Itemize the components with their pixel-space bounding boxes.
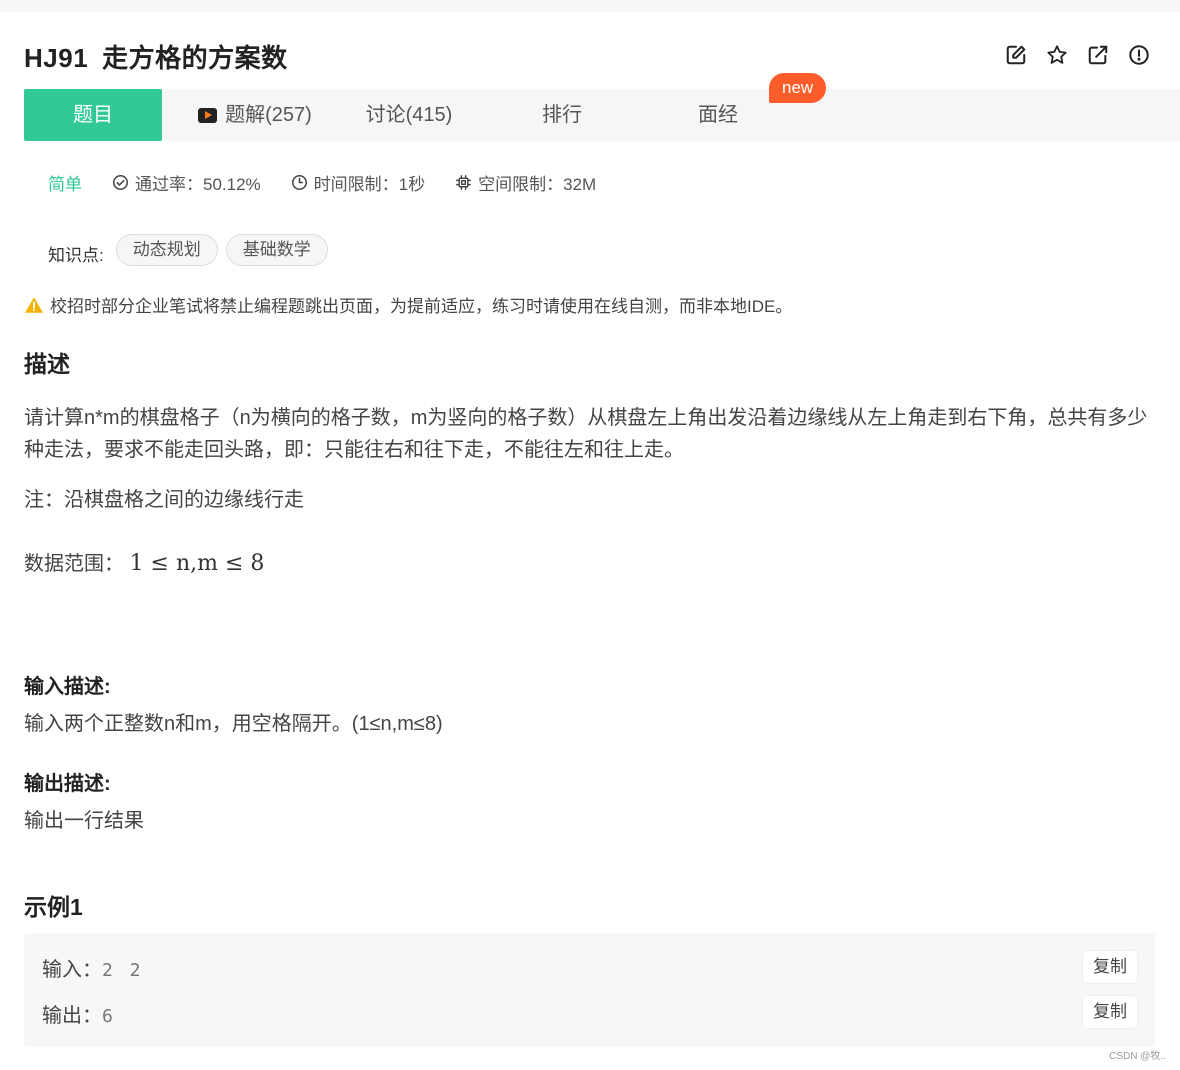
input-description: 输入两个正整数n和m，用空格隔开。(1≤n,m≤8)	[24, 713, 443, 735]
warning-icon	[25, 296, 43, 313]
knowledge-label: 知识点:	[48, 245, 104, 265]
warning-text: 校招时部分企业笔试将禁止编程题跳出页面，为提前适应，练习时请使用在线自测，而非本…	[50, 297, 793, 316]
pass-rate-text: 通过率：50.12%	[135, 175, 261, 194]
example-input-value: 2 2	[102, 960, 144, 981]
example-input-label: 输入：	[42, 959, 102, 981]
difficulty-label: 简单	[48, 175, 82, 194]
share-icon[interactable]	[1087, 44, 1109, 66]
time-limit-text: 时间限制：1秒	[313, 175, 426, 194]
data-range: 数据范围： 1 ≤ n,m ≤ 8	[24, 548, 264, 580]
tab-discussion[interactable]: 讨论(415)	[354, 89, 464, 141]
memory-limit-text: 空间限制：32M	[478, 175, 597, 194]
edit-icon[interactable]	[1005, 44, 1027, 66]
tab-solutions[interactable]: 题解(257)	[190, 89, 320, 141]
check-circle-icon	[112, 174, 129, 191]
example-heading: 示例1	[24, 894, 83, 920]
example-output-label: 输出：	[42, 1005, 102, 1027]
example-input-row: 输入：2 2	[42, 953, 144, 982]
description-note: 注：沿棋盘格之间的边缘线行走	[24, 489, 304, 511]
problem-meta: 简单 通过率：50.12% 时间限制：1秒 空间限制：32M	[48, 170, 626, 195]
example-output-row: 输出：6	[42, 999, 116, 1028]
tag-dynamic-programming[interactable]: 动态规划	[115, 234, 218, 266]
tab-problem[interactable]: 题目	[24, 89, 162, 141]
example-output-value: 6	[102, 1006, 116, 1027]
clock-icon	[291, 174, 307, 191]
new-badge: new	[769, 73, 827, 103]
star-icon[interactable]	[1046, 44, 1068, 66]
problem-title: 走方格的方案数	[102, 43, 288, 73]
output-heading: 输出描述:	[24, 773, 111, 795]
copy-output-button[interactable]: 复制	[1083, 996, 1137, 1028]
knowledge-tags: 知识点: 动态规划 基础数学	[48, 234, 336, 266]
data-range-label: 数据范围：	[24, 553, 124, 575]
problem-card: HJ91 走方格的方案数 题目 题解(257) 讨论(415) 排行 面经 ne…	[0, 12, 1180, 1070]
page-title: HJ91 走方格的方案数	[24, 38, 288, 75]
problem-tabs: 题目 题解(257) 讨论(415) 排行 面经 new	[24, 73, 1180, 141]
memory-limit: 空间限制：32M	[455, 170, 596, 195]
tab-solutions-label: 题解(257)	[225, 104, 312, 126]
example-box: 输入：2 2 复制 输出：6 复制	[24, 933, 1155, 1047]
output-description: 输出一行结果	[24, 810, 144, 832]
input-heading: 输入描述:	[24, 676, 111, 698]
chip-icon	[456, 175, 472, 190]
warning-notice: 校招时部分企业笔试将禁止编程题跳出页面，为提前适应，练习时请使用在线自测，而非本…	[24, 292, 792, 317]
copy-input-button[interactable]: 复制	[1083, 951, 1137, 983]
tab-ranking[interactable]: 排行	[524, 89, 600, 141]
pass-rate: 通过率：50.12%	[112, 170, 261, 195]
problem-toolbar	[1005, 44, 1150, 66]
time-limit: 时间限制：1秒	[291, 170, 425, 195]
watermark: CSDN @牧..	[1109, 1051, 1166, 1062]
description-text: 请计算n*m的棋盘格子（n为横向的格子数，m为竖向的格子数）从棋盘左上角出发沿着…	[24, 407, 1148, 461]
description-heading: 描述	[24, 351, 70, 377]
video-play-icon	[198, 107, 218, 123]
report-icon[interactable]	[1128, 44, 1150, 66]
tab-interview[interactable]: 面经	[680, 89, 756, 141]
tag-basic-math[interactable]: 基础数学	[225, 234, 328, 266]
data-range-math: 1 ≤ n,m ≤ 8	[129, 551, 265, 576]
problem-code: HJ91	[24, 43, 89, 73]
